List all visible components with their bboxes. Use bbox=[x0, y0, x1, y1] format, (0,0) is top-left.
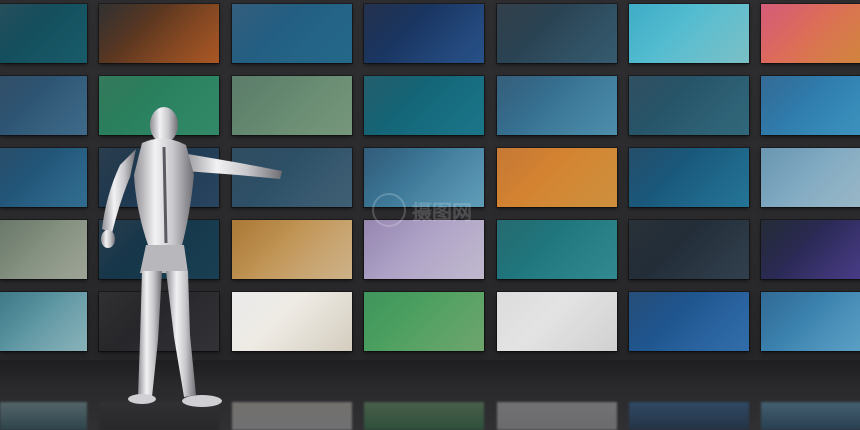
figure-right-leg bbox=[166, 271, 196, 397]
figure-right-foot bbox=[182, 395, 222, 407]
tile-r3-c5 bbox=[497, 148, 617, 207]
tile-r5-c1 bbox=[0, 292, 87, 351]
tile-r5-c1-reflection bbox=[0, 402, 87, 430]
tile-r4-c5 bbox=[497, 220, 617, 279]
tile-r1-c6 bbox=[629, 4, 749, 63]
tile-r4-c1 bbox=[0, 220, 87, 279]
tile-r4-c6 bbox=[629, 220, 749, 279]
tile-r1-c2 bbox=[99, 4, 219, 63]
figure-left-leg bbox=[138, 271, 162, 397]
tile-r3-c7 bbox=[761, 148, 860, 207]
tile-r4-c7 bbox=[761, 220, 860, 279]
figure-left-arm bbox=[102, 149, 136, 233]
tile-r2-c4 bbox=[364, 76, 484, 135]
tile-r5-c5 bbox=[497, 292, 617, 351]
figure-head bbox=[150, 107, 178, 143]
silver-figure bbox=[101, 107, 282, 407]
tile-r1-c5 bbox=[497, 4, 617, 63]
watermark-seal-icon bbox=[372, 193, 406, 227]
tile-r2-c1 bbox=[0, 76, 87, 135]
figure-spine bbox=[162, 146, 168, 244]
figure-right-arm bbox=[182, 153, 282, 179]
watermark-text: 摄图网 bbox=[412, 199, 472, 224]
tile-r2-c5 bbox=[497, 76, 617, 135]
watermark: 摄图网 bbox=[372, 190, 492, 230]
figure-left-foot bbox=[128, 394, 156, 404]
tile-r2-c7 bbox=[761, 76, 860, 135]
tile-r2-c6 bbox=[629, 76, 749, 135]
tile-r1-c1 bbox=[0, 4, 87, 63]
tile-r1-c4 bbox=[364, 4, 484, 63]
tile-r5-c4-reflection bbox=[364, 402, 484, 430]
tile-r5-c7-reflection bbox=[761, 402, 860, 430]
figure-shorts bbox=[140, 245, 188, 273]
figure-left-hand bbox=[101, 230, 115, 248]
tile-r1-c7 bbox=[761, 4, 860, 63]
tile-r5-c4 bbox=[364, 292, 484, 351]
tile-r3-c6 bbox=[629, 148, 749, 207]
scene: 摄图网 bbox=[0, 0, 860, 430]
tile-r3-c1 bbox=[0, 148, 87, 207]
tile-r1-c3 bbox=[232, 4, 352, 63]
tile-r5-c6-reflection bbox=[629, 402, 749, 430]
tile-r5-c6 bbox=[629, 292, 749, 351]
tile-r5-c7 bbox=[761, 292, 860, 351]
tile-r5-c5-reflection bbox=[497, 402, 617, 430]
